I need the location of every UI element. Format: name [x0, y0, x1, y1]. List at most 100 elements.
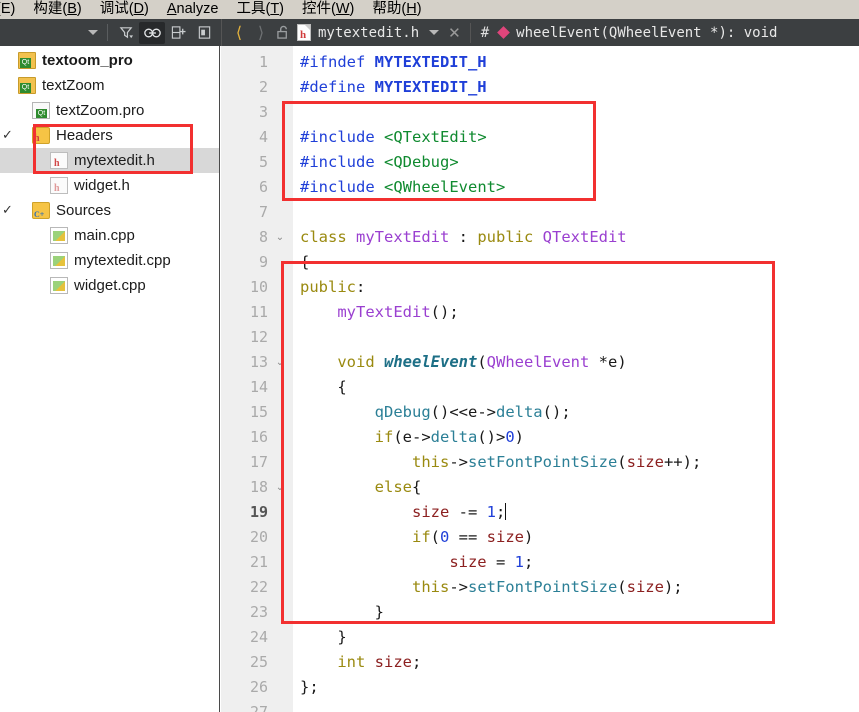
- qt-profile-file-icon: [32, 102, 50, 119]
- qt-creator-window: (E)构建(B)调试(D)Analyze工具(T)控件(W)帮助(H): [0, 0, 859, 712]
- code-text: size = 1;: [300, 550, 533, 575]
- menu-item-2[interactable]: 调试(D): [91, 0, 158, 19]
- code-line-2[interactable]: 2 #define MYTEXTEDIT_H: [221, 75, 859, 100]
- fold-marker-icon[interactable]: ⌄: [273, 225, 287, 250]
- chevron-down-icon[interactable]: [84, 19, 102, 46]
- code-text: else{: [300, 475, 422, 500]
- menu-item-5[interactable]: 控件(W): [293, 0, 363, 19]
- code-line-6[interactable]: 6 #include <QWheelEvent>: [221, 175, 859, 200]
- split-pane-add-icon[interactable]: [165, 22, 191, 44]
- tree-item-main-cpp[interactable]: main.cpp: [0, 223, 219, 248]
- editor-toolbar: ⟨ ⟩ mytextedit.h ✕ # wheelEvent(QWheelEv…: [0, 19, 859, 46]
- code-line-5[interactable]: 5 #include <QDebug>: [221, 150, 859, 175]
- token: setFontPointSize: [467, 578, 618, 596]
- expand-check-icon[interactable]: ✓: [2, 203, 13, 218]
- code-line-24[interactable]: 24 }: [221, 625, 859, 650]
- tree-item-textzoom-pro[interactable]: textZoom.pro: [0, 98, 219, 123]
- line-number: 16: [249, 428, 268, 446]
- current-symbol-label[interactable]: wheelEvent(QWheelEvent *): void: [516, 25, 777, 41]
- code-line-19[interactable]: 19 size -= 1;: [221, 500, 859, 525]
- token: #include: [300, 178, 384, 196]
- code-line-20[interactable]: 20 if(0 == size): [221, 525, 859, 550]
- line-number: 3: [258, 103, 268, 121]
- line-number: 15: [249, 403, 268, 421]
- code-line-10[interactable]: 10 public:: [221, 275, 859, 300]
- code-line-9[interactable]: 9{: [221, 250, 859, 275]
- code-line-23[interactable]: 23 }: [221, 600, 859, 625]
- code-text: void wheelEvent(QWheelEvent *e): [300, 350, 626, 375]
- open-document-name[interactable]: mytextedit.h: [318, 25, 419, 41]
- token: MYTEXTEDIT_H: [374, 78, 487, 96]
- token: else: [374, 478, 412, 496]
- token: public: [300, 278, 356, 296]
- code-text: qDebug()<<e->delta();: [300, 400, 571, 425]
- code-line-12[interactable]: 12: [221, 325, 859, 350]
- fold-marker-icon[interactable]: ⌄: [273, 475, 287, 500]
- code-line-13[interactable]: 13 ⌄ void wheelEvent(QWheelEvent *e): [221, 350, 859, 375]
- code-text: myTextEdit();: [300, 300, 458, 325]
- code-line-17[interactable]: 17 this->setFontPointSize(size++);: [221, 450, 859, 475]
- code-line-16[interactable]: 16 if(e->delta()>0): [221, 425, 859, 450]
- code-line-3[interactable]: 3: [221, 100, 859, 125]
- code-text: {: [300, 250, 309, 275]
- tree-item-widget-h[interactable]: widget.h: [0, 173, 219, 198]
- code-text: public:: [300, 275, 365, 300]
- token: ==: [449, 528, 487, 546]
- code-line-1[interactable]: 1 #ifndef MYTEXTEDIT_H: [221, 50, 859, 75]
- close-document-button[interactable]: ✕: [439, 24, 470, 42]
- tree-item-headers[interactable]: ✓ Headers: [0, 123, 219, 148]
- tree-item-mytextedit-cpp[interactable]: mytextedit.cpp: [0, 248, 219, 273]
- unlocked-padlock-icon[interactable]: [272, 25, 294, 40]
- menu-item-1[interactable]: 构建(B): [24, 0, 90, 19]
- code-line-8[interactable]: 8 ⌄ class myTextEdit : public QTextEdit: [221, 225, 859, 250]
- nav-back-icon[interactable]: ⟨: [228, 23, 250, 42]
- code-line-22[interactable]: 22 this->setFontPointSize(size);: [221, 575, 859, 600]
- token: ()>: [477, 428, 506, 446]
- cpp-file-icon: [50, 252, 68, 269]
- tree-item-sources[interactable]: ✓ Sources: [0, 198, 219, 223]
- code-text: };: [300, 675, 319, 700]
- code-editor[interactable]: 1 #ifndef MYTEXTEDIT_H 2 #define MYTEXTEDIT…: [221, 46, 859, 712]
- tree-item-mytextedit-h[interactable]: mytextedit.h: [0, 148, 219, 173]
- token: (e->: [393, 428, 431, 446]
- hash-symbol-icon[interactable]: #: [471, 25, 499, 41]
- fold-marker-icon[interactable]: ⌄: [273, 350, 287, 375]
- code-line-11[interactable]: 11 myTextEdit();: [221, 300, 859, 325]
- code-line-14[interactable]: 14 {: [221, 375, 859, 400]
- document-dropdown-icon[interactable]: [429, 30, 440, 35]
- code-line-26[interactable]: 26};: [221, 675, 859, 700]
- menu-item-4[interactable]: 工具(T): [227, 0, 293, 19]
- tree-item-label: Sources: [56, 202, 112, 219]
- code-line-7[interactable]: 7: [221, 200, 859, 225]
- tree-item-textoom-pro[interactable]: textoom_pro: [0, 48, 219, 73]
- expand-check-icon[interactable]: ✓: [2, 128, 13, 143]
- filter-icon[interactable]: [113, 22, 139, 44]
- menu-item-6[interactable]: 帮助(H): [363, 0, 430, 19]
- code-line-21[interactable]: 21 size = 1;: [221, 550, 859, 575]
- token: delta: [430, 428, 478, 446]
- code-text: {: [300, 375, 346, 400]
- code-line-25[interactable]: 25 int size;: [221, 650, 859, 675]
- code-line-18[interactable]: 18 ⌄ else{: [221, 475, 859, 500]
- split-pane-close-icon[interactable]: [191, 22, 217, 44]
- token: this: [411, 578, 450, 596]
- token: 1: [514, 553, 524, 571]
- code-line-4[interactable]: 4 #include <QTextEdit>: [221, 125, 859, 150]
- code-text: #define MYTEXTEDIT_H: [300, 75, 487, 100]
- tree-item-textzoom[interactable]: textZoom: [0, 73, 219, 98]
- nav-forward-icon[interactable]: ⟩: [250, 23, 272, 42]
- token: class: [300, 228, 356, 246]
- line-number: 20: [249, 528, 268, 546]
- link-icon[interactable]: [139, 21, 165, 44]
- code-line-27[interactable]: 27: [221, 700, 859, 712]
- project-tree-sidebar[interactable]: textoom_pro textZoom textZoom.pro ✓ Headers m…: [0, 46, 220, 712]
- menu-item-3[interactable]: Analyze: [158, 0, 228, 19]
- code-line-15[interactable]: 15 qDebug()<<e->delta();: [221, 400, 859, 425]
- token: ;: [523, 553, 534, 571]
- tree-item-widget-cpp[interactable]: widget.cpp: [0, 273, 219, 298]
- line-number: 25: [249, 653, 268, 671]
- line-number: 17: [249, 453, 268, 471]
- menu-item-0[interactable]: (E): [0, 0, 24, 19]
